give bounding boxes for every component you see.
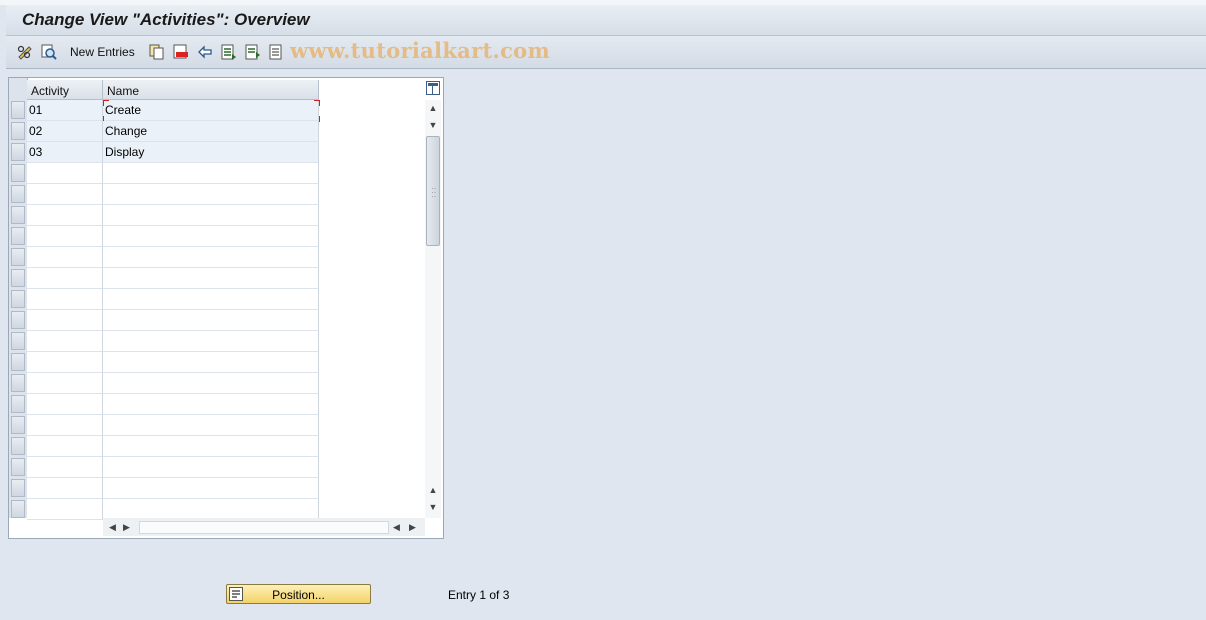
activities-table: Activity Name 01 Create 02 Change 03 Display … (8, 77, 444, 539)
cell-name[interactable]: Create (103, 100, 319, 121)
select-all-icon[interactable] (220, 43, 238, 61)
column-header-name[interactable]: Name (103, 80, 319, 100)
row-selector[interactable] (11, 122, 25, 140)
cell-name[interactable] (103, 352, 319, 373)
scroll-right-end-icon[interactable]: ▶ (409, 522, 416, 533)
cell-activity[interactable] (27, 331, 103, 352)
cell-activity[interactable] (27, 310, 103, 331)
scroll-down-bottom-icon[interactable]: ▼ (428, 502, 438, 512)
cell-name[interactable] (103, 247, 319, 268)
cell-name[interactable] (103, 226, 319, 247)
cell-activity[interactable] (27, 499, 103, 520)
cell-name[interactable] (103, 415, 319, 436)
cell-name[interactable] (103, 436, 319, 457)
cell-activity[interactable]: 03 (27, 142, 103, 163)
cell-name[interactable] (103, 205, 319, 226)
cell-activity[interactable] (27, 352, 103, 373)
horizontal-scroll-track[interactable] (139, 521, 389, 534)
scroll-right-icon[interactable]: ▶ (123, 522, 130, 533)
cell-name[interactable] (103, 310, 319, 331)
watermark-text: www.tutorialkart.com (290, 38, 550, 63)
row-selector[interactable] (11, 269, 25, 287)
row-selector[interactable] (11, 206, 25, 224)
row-selector[interactable] (11, 164, 25, 182)
cell-name[interactable] (103, 394, 319, 415)
cell-activity[interactable] (27, 268, 103, 289)
column-settings-icon[interactable] (426, 81, 440, 95)
horizontal-scrollbar[interactable]: ◀ ▶ ◀ ▶ (103, 518, 425, 536)
cell-name[interactable] (103, 184, 319, 205)
row-selector[interactable] (11, 500, 25, 518)
main-content: Activity Name 01 Create 02 Change 03 Display … (6, 70, 1206, 620)
cell-name[interactable] (103, 331, 319, 352)
row-selector[interactable] (11, 353, 25, 371)
scroll-up-icon[interactable]: ▲ (428, 103, 438, 113)
focus-marker (314, 100, 320, 106)
cell-activity[interactable] (27, 394, 103, 415)
deselect-all-icon[interactable] (268, 43, 286, 61)
row-selector[interactable] (11, 332, 25, 350)
cell-name[interactable] (103, 289, 319, 310)
scroll-down-icon[interactable]: ▼ (428, 120, 438, 130)
cell-name[interactable] (103, 373, 319, 394)
cell-name[interactable] (103, 268, 319, 289)
select-block-icon[interactable] (244, 43, 262, 61)
undo-icon[interactable] (196, 43, 214, 61)
details-icon[interactable] (40, 43, 58, 61)
display-change-icon[interactable] (16, 43, 34, 61)
row-selector[interactable] (11, 248, 25, 266)
scroll-up-bottom-icon[interactable]: ▲ (428, 485, 438, 495)
cell-activity[interactable] (27, 436, 103, 457)
scroll-left-end-icon[interactable]: ◀ (393, 522, 400, 533)
column-header-activity[interactable]: Activity (27, 80, 103, 100)
row-selector[interactable] (11, 395, 25, 413)
row-selector[interactable] (11, 311, 25, 329)
cell-name[interactable]: Change (103, 121, 319, 142)
application-toolbar: New Entries www.tutorialkart.com (6, 36, 1206, 69)
cell-name[interactable] (103, 457, 319, 478)
row-selector[interactable] (11, 416, 25, 434)
position-button[interactable]: Position... (226, 584, 371, 604)
title-bar: Change View "Activities": Overview (6, 5, 1206, 36)
copy-icon[interactable] (148, 43, 166, 61)
row-selector[interactable] (11, 458, 25, 476)
cell-activity[interactable] (27, 226, 103, 247)
cell-activity[interactable] (27, 457, 103, 478)
row-selector[interactable] (11, 227, 25, 245)
cell-name[interactable]: Display (103, 142, 319, 163)
cell-name[interactable] (103, 163, 319, 184)
row-selector[interactable] (11, 437, 25, 455)
scroll-left-icon[interactable]: ◀ (109, 522, 116, 533)
row-selector[interactable] (11, 374, 25, 392)
row-selector[interactable] (11, 290, 25, 308)
cell-name[interactable] (103, 478, 319, 499)
new-entries-button[interactable]: New Entries (70, 45, 135, 59)
vertical-scrollbar[interactable]: ▲ ▼ ·· ·· ·· ▲ ▼ (425, 100, 441, 518)
cell-name[interactable] (103, 499, 319, 520)
cell-activity[interactable] (27, 289, 103, 310)
focus-marker (103, 100, 109, 106)
cell-activity[interactable]: 01 (27, 100, 103, 121)
row-selector-column (9, 78, 28, 518)
scroll-thumb[interactable]: ·· ·· ·· (426, 136, 440, 246)
row-selector[interactable] (11, 185, 25, 203)
cell-activity[interactable] (27, 184, 103, 205)
cell-activity[interactable] (27, 163, 103, 184)
row-selector[interactable] (11, 479, 25, 497)
page-title: Change View "Activities": Overview (22, 10, 310, 29)
cell-activity[interactable] (27, 373, 103, 394)
row-selector[interactable] (11, 101, 25, 119)
position-button-label: Position... (272, 588, 325, 602)
entry-info: Entry 1 of 3 (448, 588, 510, 602)
delete-icon[interactable] (172, 43, 190, 61)
row-selector[interactable] (11, 143, 25, 161)
cell-activity[interactable] (27, 205, 103, 226)
cell-activity[interactable] (27, 415, 103, 436)
cell-activity[interactable]: 02 (27, 121, 103, 142)
cell-activity[interactable] (27, 478, 103, 499)
cell-activity[interactable] (27, 247, 103, 268)
